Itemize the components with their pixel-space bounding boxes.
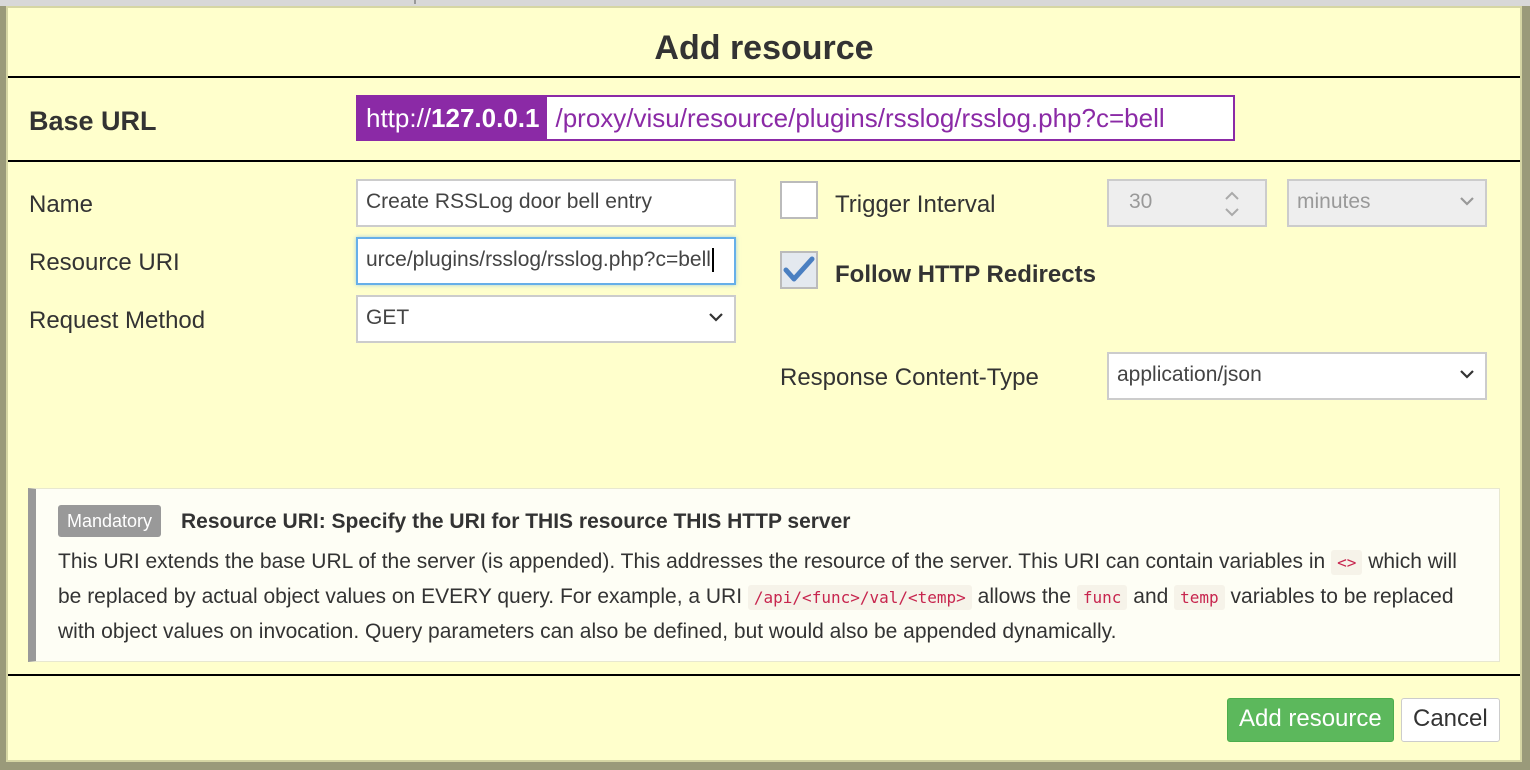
spinner-arrows-icon [1225, 191, 1239, 217]
follow-redirects-label: Follow HTTP Redirects [835, 261, 1096, 288]
request-method-select[interactable]: GET [356, 295, 736, 343]
add-resource-button[interactable]: Add resource [1227, 698, 1394, 742]
name-label: Name [29, 191, 94, 218]
hint-text: allows the [977, 585, 1072, 608]
trigger-unit-value: minutes [1297, 190, 1371, 213]
resource-uri-label: Resource URI [29, 249, 180, 276]
hint-code: /api/<func>/val/<temp> [747, 585, 972, 610]
base-url-label: Base URL [29, 106, 157, 136]
base-url-ip: 127.0.0.1 [431, 103, 540, 133]
hint-title: Resource URI: Specify the URI for THIS r… [181, 510, 851, 533]
follow-redirects-checkbox[interactable] [780, 251, 818, 289]
base-url-host: http://127.0.0.1 [358, 97, 548, 139]
resource-uri-value: urce/plugins/rsslog/rsslog.php?c=bell [366, 248, 711, 271]
hint-code: <> [1331, 550, 1363, 575]
content-type-label: Response Content-Type [780, 364, 1039, 391]
trigger-interval-input[interactable]: 30 [1107, 179, 1267, 227]
name-input[interactable]: Create RSSLog door bell entry [356, 179, 736, 227]
chevron-down-icon [709, 313, 723, 322]
base-url-display: http://127.0.0.1 /proxy/visu/resource/pl… [356, 95, 1235, 141]
dialog-footer: Add resource Cancel [8, 674, 1520, 762]
chevron-down-icon [1460, 197, 1474, 206]
cancel-button[interactable]: Cancel [1401, 698, 1500, 742]
checkmark-icon [783, 256, 815, 282]
base-url-scheme: http:// [366, 103, 432, 133]
trigger-interval-value: 30 [1129, 190, 1153, 213]
hint-body: This URI extends the base URL of the ser… [58, 545, 1478, 649]
base-url-row: Base URL http://127.0.0.1 /proxy/visu/re… [8, 78, 1520, 162]
backdrop-mark [414, 0, 416, 4]
mandatory-badge: Mandatory [58, 505, 162, 537]
hint-code: temp [1174, 585, 1225, 610]
trigger-interval-label: Trigger Interval [835, 191, 996, 218]
content-type-value: application/json [1117, 363, 1262, 386]
resource-uri-input[interactable]: urce/plugins/rsslog/rsslog.php?c=bell [356, 237, 736, 285]
add-resource-dialog: Add resource Base URL http://127.0.0.1 /… [6, 6, 1522, 762]
hint-text: and [1133, 585, 1169, 608]
text-cursor [711, 248, 714, 273]
hint-code: func [1076, 585, 1128, 610]
hint-text: This URI extends the base URL of the ser… [58, 550, 1326, 573]
help-hint-box: Mandatory Resource URI: Specify the URI … [28, 488, 1500, 662]
content-type-select[interactable]: application/json [1107, 352, 1487, 400]
base-url-path: /proxy/visu/resource/plugins/rsslog/rssl… [547, 97, 1233, 139]
request-method-value: GET [366, 306, 410, 329]
chevron-down-icon [1460, 370, 1474, 379]
trigger-unit-select[interactable]: minutes [1287, 179, 1487, 227]
dialog-title: Add resource [8, 8, 1520, 78]
trigger-interval-checkbox[interactable] [780, 181, 818, 219]
request-method-label: Request Method [29, 307, 206, 334]
